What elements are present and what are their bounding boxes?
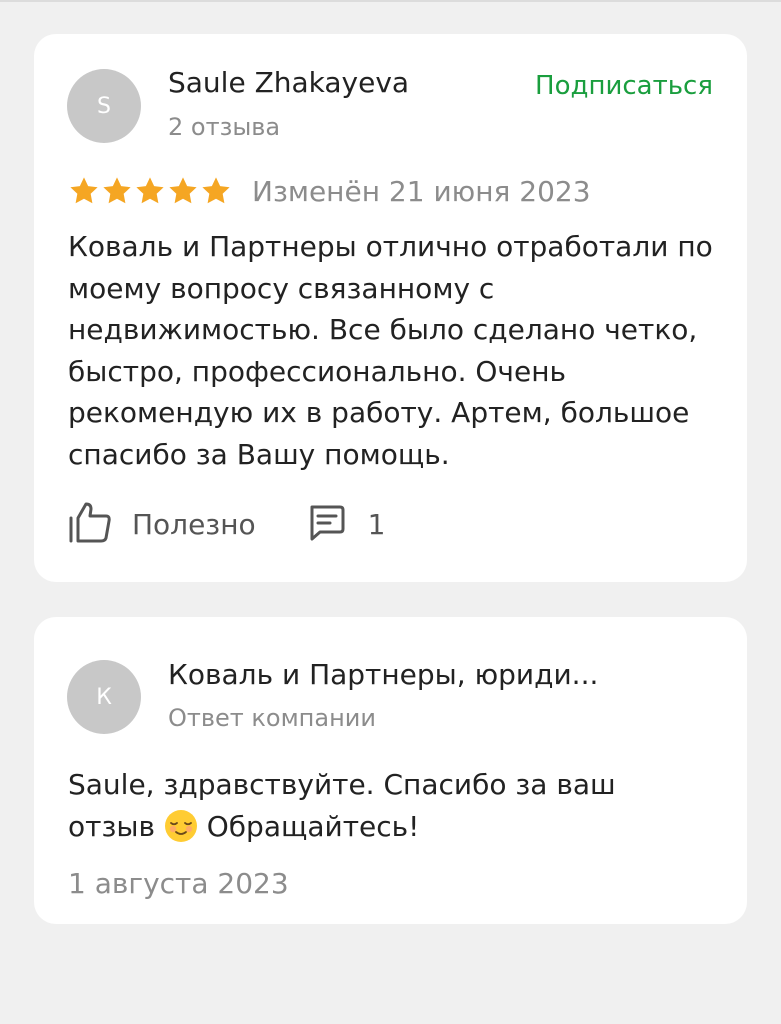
author-name[interactable]: Saule Zhakayeva: [168, 66, 409, 99]
author-reviews-count: 2 отзыва: [168, 113, 281, 141]
company-name[interactable]: Коваль и Партнеры, юриди...: [168, 658, 598, 691]
top-divider: [0, 0, 781, 2]
star-icon: [103, 177, 131, 204]
company-initial: К: [96, 684, 112, 710]
company-reply-card: К Коваль и Партнеры, юриди... Ответ комп…: [34, 617, 747, 924]
review-card: S Saule Zhakayeva 2 отзыва Подписаться И…: [34, 34, 747, 582]
reply-text-end: Обращайтесь!: [197, 809, 420, 843]
relieved-face-emoji: [164, 809, 198, 843]
comment-icon: [306, 502, 346, 546]
star-icon: [202, 177, 230, 204]
comments-button[interactable]: 1: [306, 502, 386, 546]
subscribe-button[interactable]: Подписаться: [535, 71, 713, 101]
rating-stars: [68, 175, 232, 207]
author-initial: S: [97, 93, 111, 119]
star-icon: [70, 177, 98, 204]
author-avatar[interactable]: S: [67, 69, 141, 143]
helpful-button[interactable]: Полезно: [68, 499, 256, 549]
star-icon: [136, 177, 164, 204]
reply-date: 1 августа 2023: [68, 867, 289, 900]
company-avatar[interactable]: К: [67, 660, 141, 734]
star-icon: [169, 177, 197, 204]
company-reply-label: Ответ компании: [168, 704, 376, 732]
thumbs-up-icon: [68, 499, 114, 549]
comments-count: 1: [367, 507, 386, 541]
helpful-label: Полезно: [132, 507, 256, 541]
edited-date: Изменён 21 июня 2023: [252, 175, 591, 208]
reply-text: Saule, здравствуйте. Спасибо за ваш отзы…: [68, 764, 708, 847]
review-actions: Полезно 1: [68, 500, 385, 548]
review-text: Коваль и Партнеры отлично отработали по …: [68, 230, 713, 471]
